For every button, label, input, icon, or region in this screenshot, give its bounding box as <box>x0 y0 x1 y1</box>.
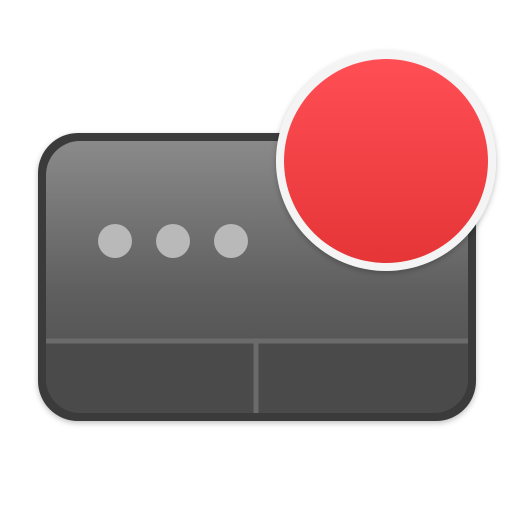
record-badge-fill <box>284 59 488 263</box>
app-icon <box>0 0 512 512</box>
dot <box>98 224 132 258</box>
dot <box>214 224 248 258</box>
trackpad-record-app-icon <box>38 51 496 421</box>
record-dot-icon <box>276 51 496 271</box>
dot <box>156 224 190 258</box>
more-dots-icon <box>98 224 248 258</box>
